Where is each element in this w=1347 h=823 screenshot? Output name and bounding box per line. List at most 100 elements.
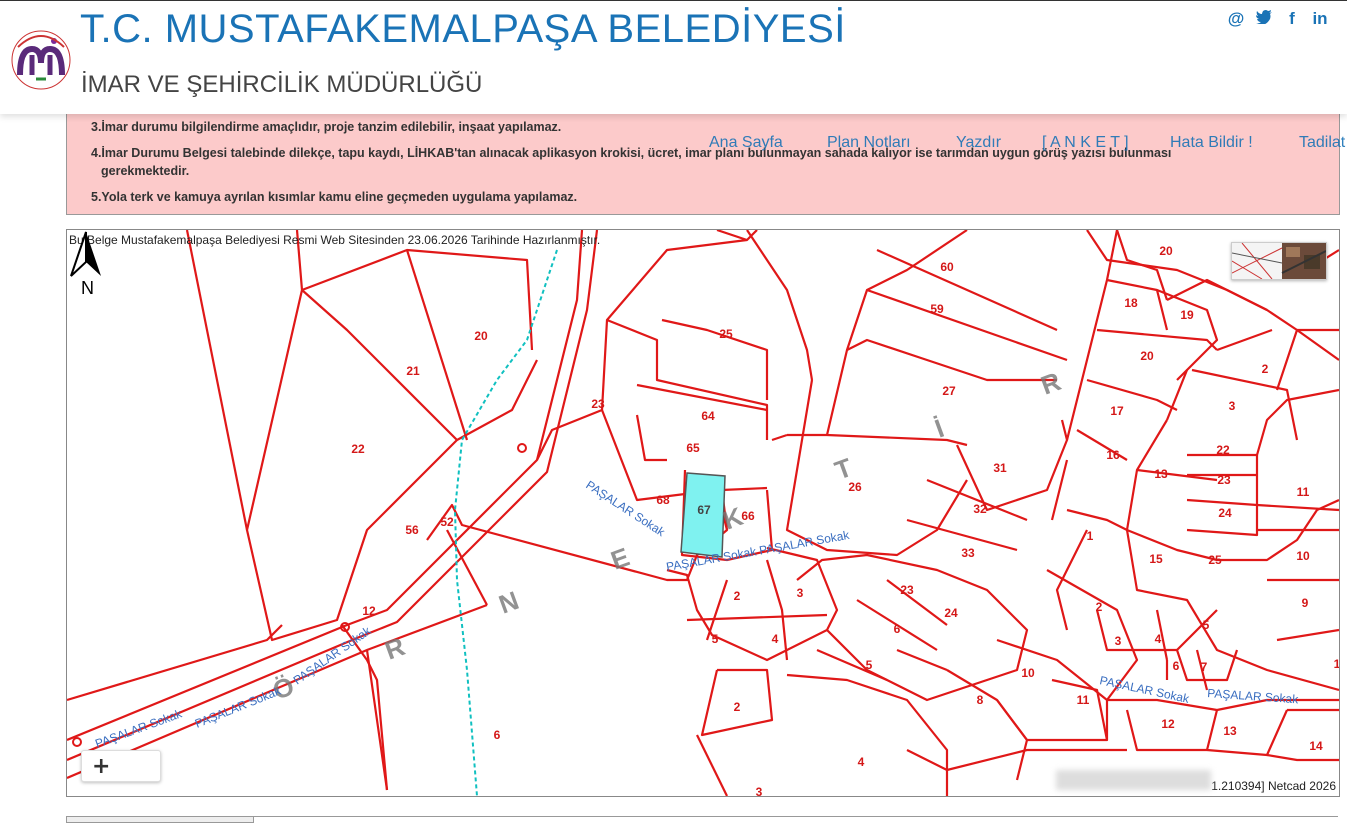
street-label: PAŞALAR Sokak — [583, 478, 668, 540]
parcel-number: 3 — [1229, 399, 1236, 413]
parcel-number: 3 — [756, 785, 763, 796]
parcel-number: 59 — [930, 302, 944, 316]
parcel-number: 20 — [1159, 244, 1173, 258]
parcel-number: 10 — [1296, 549, 1310, 563]
coordinate-redacted — [1056, 770, 1211, 790]
district-letter: E — [607, 542, 634, 576]
parcel-number: 66 — [741, 509, 755, 523]
nav-plan-notes[interactable]: Plan Notları — [827, 134, 911, 152]
parcel-number: 23 — [900, 583, 914, 597]
parcel-number: 17 — [1110, 404, 1124, 418]
parcel-number: 22 — [1216, 443, 1230, 457]
layer-switcher[interactable] — [1231, 242, 1327, 280]
parcel-number: 12 — [1161, 717, 1175, 731]
page-title: T.C. MUSTAFAKEMALPAŞA BELEDİYESİ — [80, 7, 846, 51]
parcel-number: 5 — [866, 658, 873, 672]
district-name-letters: ÖRNEKTİR — [269, 366, 1065, 706]
facebook-icon[interactable]: f — [1283, 9, 1301, 29]
parcel-number: 4 — [772, 632, 779, 646]
parcel-number: 26 — [848, 480, 862, 494]
layer-thumbnail-icon[interactable] — [1232, 243, 1326, 279]
parcel-number: 5 — [1203, 618, 1210, 632]
page-subtitle: İMAR VE ŞEHİRCİLİK MÜDÜRLÜĞÜ — [81, 71, 483, 98]
street-label: PAŞALAR Sokak — [193, 683, 284, 731]
parcel-number: 7 — [1201, 660, 1208, 674]
parcel-number: 10 — [1021, 666, 1035, 680]
parcel-number: 33 — [961, 546, 975, 560]
parcel-number: 15 — [1149, 552, 1163, 566]
parcel-number: 2 — [734, 700, 741, 714]
parcel-number: 21 — [406, 364, 420, 378]
parcel-map[interactable]: ÖRNEKTİR 20 21 22 23 25 64 65 68 67 66 56 52 12 60 59 2… — [66, 229, 1340, 797]
parcel-number: 5 — [712, 632, 719, 646]
parcel-number: 67 — [697, 503, 711, 517]
parcel-number: 6 — [494, 728, 501, 742]
zoom-in-button[interactable]: + — [81, 750, 161, 782]
parcel-number: 4 — [858, 755, 865, 769]
parcel-number: 4 — [1155, 632, 1162, 646]
parcel-number: 8 — [977, 693, 984, 707]
parcel-number: 24 — [1218, 506, 1232, 520]
social-links: @ f in — [1227, 9, 1329, 29]
parcel-number: 20 — [474, 329, 488, 343]
bottom-panel — [66, 816, 1338, 822]
map-caption: Bu Belge Mustafakemalpaşa Belediyesi Res… — [69, 233, 601, 247]
parcel-number: 11 — [1077, 693, 1090, 707]
coordinate-readout: 1.210394] Netcad 2026 — [1056, 766, 1339, 796]
note-5: 5.Yola terk ve kamuya ayrılan kısımlar k… — [91, 190, 578, 204]
parcel-number: 2 — [1262, 362, 1269, 376]
note-4-cont: gerekmektedir. — [101, 164, 190, 178]
nav-report-error[interactable]: Hata Bildir ! — [1170, 134, 1253, 152]
parcel-number: 1 — [1087, 529, 1094, 543]
nav-amendment[interactable]: Tadilat — [1299, 134, 1345, 152]
nav-print[interactable]: Yazdır — [956, 134, 1001, 152]
email-icon[interactable]: @ — [1227, 9, 1245, 29]
nav-home[interactable]: Ana Sayfa — [709, 134, 783, 152]
parcel-number: 25 — [1208, 553, 1222, 567]
map-canvas[interactable]: ÖRNEKTİR 202122232564656867 6656521260592… — [67, 230, 1339, 796]
street-label: PAŞALAR Sokak — [291, 623, 375, 687]
parcel-number: 22 — [351, 442, 365, 456]
parcel-number: 68 — [656, 493, 670, 507]
north-label: N — [81, 278, 94, 296]
parcel-number: 25 — [719, 327, 733, 341]
parcel-number: 23 — [1217, 473, 1231, 487]
district-letter: N — [495, 585, 523, 620]
parcel-number: 32 — [973, 502, 987, 516]
parcel-number: 19 — [1180, 308, 1194, 322]
parcel-number: 18 — [1124, 296, 1138, 310]
nav-menu: Ana Sayfa Plan Notları Yazdır [ A N K E … — [709, 134, 1347, 156]
district-letter: R — [1037, 366, 1065, 401]
parcel-number: 11 — [1297, 485, 1310, 499]
twitter-icon[interactable] — [1255, 9, 1273, 29]
nav-survey[interactable]: [ A N K E T ] — [1042, 134, 1129, 152]
parcel-number: 31 — [993, 461, 1007, 475]
parcel-number: 2 — [1096, 600, 1103, 614]
street-label: PAŞALAR Sokak — [93, 706, 184, 751]
parcel-number: 2 — [734, 589, 741, 603]
street-label: PAŞALAR Sokak — [1098, 673, 1191, 706]
parcel-number: 20 — [1140, 349, 1154, 363]
parcel-number: 64 — [701, 409, 715, 423]
note-3: 3.İmar durumu bilgilendirme amaçlıdır, p… — [91, 120, 562, 134]
parcel-number: 14 — [1309, 739, 1323, 753]
parcel-number: 27 — [942, 384, 956, 398]
parcel-number: 56 — [405, 523, 419, 537]
parcel-number: 13 — [1223, 724, 1237, 738]
parcel-number: 12 — [362, 604, 376, 618]
parcel-number: 16 — [1106, 448, 1120, 462]
parcel-number: 9 — [1302, 596, 1309, 610]
parcel-number: 6 — [894, 622, 901, 636]
site-header: T.C. MUSTAFAKEMALPAŞA BELEDİYESİ İMAR VE… — [0, 0, 1347, 114]
municipality-logo[interactable] — [10, 29, 72, 91]
parcel-number: 6 — [1173, 659, 1180, 673]
parcel-number: 60 — [940, 260, 954, 274]
bottom-tab[interactable] — [66, 816, 254, 823]
linkedin-icon[interactable]: in — [1311, 9, 1329, 29]
parcel-number: 1 — [1334, 657, 1339, 671]
parcel-number: 3 — [1115, 634, 1122, 648]
parcel-number: 23 — [591, 397, 605, 411]
parcel-number: 24 — [944, 606, 958, 620]
notice-box: 3.İmar durumu bilgilendirme amaçlıdır, p… — [66, 112, 1340, 215]
parcel-number: 13 — [1154, 467, 1168, 481]
